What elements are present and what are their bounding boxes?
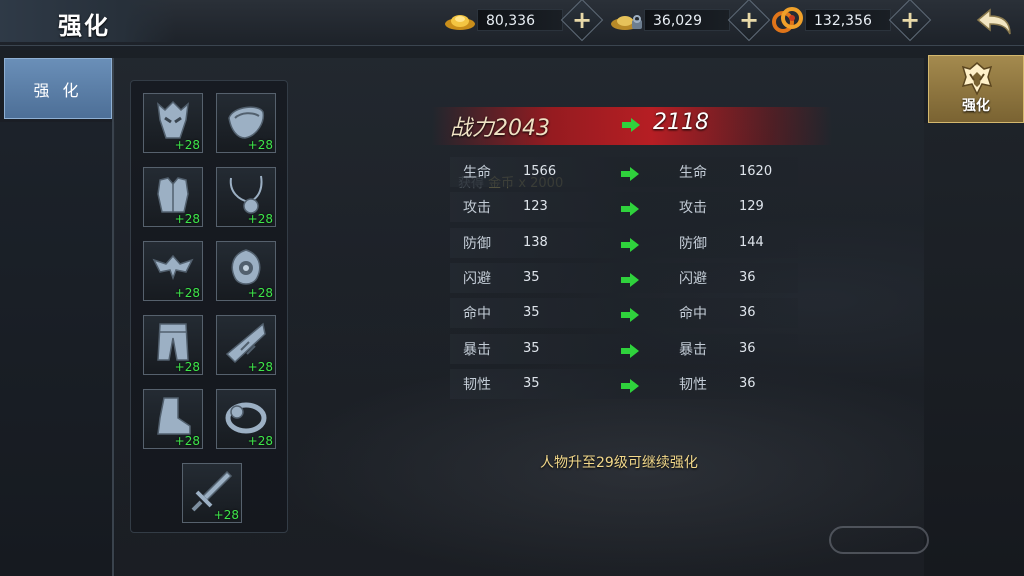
add-gold-ingot-button[interactable]: +: [560, 0, 604, 42]
equip-slot-amulet[interactable]: +28: [216, 241, 276, 301]
stat-name: 暴击: [463, 342, 491, 358]
stat-name: 命中: [463, 306, 491, 322]
stat-name: 攻击: [679, 200, 707, 216]
arrow-right-icon: [622, 117, 640, 136]
back-arrow-icon: [976, 8, 1011, 35]
stat-name: 攻击: [463, 200, 491, 216]
gold-ingot-icon: [443, 6, 477, 34]
equip-slot-armor[interactable]: +28: [143, 167, 203, 227]
stat-name: 韧性: [679, 377, 707, 393]
gold-ingot-value: 80,336: [477, 9, 563, 31]
level-requirement-notice: 人物升至29级可继续强化: [540, 455, 698, 471]
power-label: 战力: [450, 116, 495, 141]
stat-row: 韧性 35 韧性 36: [450, 369, 798, 399]
stat-old-value: 35: [523, 270, 540, 285]
top-bar: 强化 80,336 + 36,029 + 132,356 +: [0, 0, 1024, 46]
plus-icon: +: [899, 5, 921, 34]
stat-new-value: 144: [739, 235, 764, 250]
stat-row: 命中 35 命中 36: [450, 298, 798, 328]
stat-name: 韧性: [463, 377, 491, 393]
coins-value: 132,356: [805, 9, 891, 31]
currency-coins: 132,356 +: [771, 0, 932, 42]
arrow-right-icon: [621, 272, 639, 291]
right-sidebar: [924, 123, 1024, 576]
equip-level: +28: [213, 508, 239, 522]
add-coins-button[interactable]: +: [888, 0, 932, 42]
stat-new-value: 36: [739, 270, 756, 285]
stat-name: 生命: [679, 165, 707, 181]
currency-bound-ingot: 36,029 +: [610, 0, 771, 42]
equip-level: +28: [174, 360, 200, 374]
tab-enhance-feature[interactable]: 强化: [928, 55, 1024, 123]
equip-level: +28: [247, 360, 273, 374]
arrow-right-icon: [621, 307, 639, 326]
equip-level: +28: [174, 212, 200, 226]
coins-icon: [771, 6, 805, 34]
tab-enhance-feature-label: 强化: [962, 98, 990, 114]
left-sidebar: [0, 122, 115, 576]
arrow-right-icon: [621, 166, 639, 185]
stat-name: 防御: [679, 236, 707, 252]
stat-row: 暴击 35 暴击 36: [450, 334, 798, 364]
plus-icon: +: [738, 5, 760, 34]
arrow-right-icon: [621, 343, 639, 362]
stat-name: 命中: [679, 306, 707, 322]
stat-row: 生命 1566 生命 1620: [450, 157, 798, 187]
power-old: 战力2043: [450, 110, 550, 142]
plus-icon: +: [571, 5, 593, 34]
stat-old-value: 123: [523, 199, 548, 214]
bound-ingot-value: 36,029: [644, 9, 730, 31]
equip-slot-boots[interactable]: +28: [143, 389, 203, 449]
stat-row: 防御 138 防御 144: [450, 228, 798, 258]
stat-old-value: 1566: [523, 164, 557, 179]
stat-name: 闪避: [463, 271, 491, 287]
equip-slot-leggings[interactable]: +28: [143, 315, 203, 375]
stat-old-value: 35: [523, 376, 540, 391]
equip-level: +28: [247, 138, 273, 152]
stat-new-value: 129: [739, 199, 764, 214]
equip-level: +28: [174, 286, 200, 300]
equip-slot-necklace[interactable]: +28: [216, 167, 276, 227]
equip-slot-shoulder[interactable]: +28: [216, 93, 276, 153]
stat-new-value: 36: [739, 376, 756, 391]
equip-slot-ring[interactable]: +28: [216, 389, 276, 449]
stat-row: 闪避 35 闪避 36: [450, 263, 798, 293]
tab-enhance[interactable]: 强 化: [4, 58, 112, 119]
stat-old-value: 35: [523, 305, 540, 320]
stat-old-value: 35: [523, 341, 540, 356]
cloud-ornament: [829, 526, 929, 554]
back-button[interactable]: [964, 0, 1024, 44]
currency-gold-ingot: 80,336 +: [443, 0, 604, 42]
equip-slot-belt[interactable]: +28: [143, 241, 203, 301]
stat-name: 闪避: [679, 271, 707, 287]
page-title: 强化: [58, 12, 110, 40]
stat-new-value: 36: [739, 305, 756, 320]
bound-ingot-icon: [610, 6, 644, 34]
equip-slot-helmet[interactable]: +28: [143, 93, 203, 153]
equip-level: +28: [247, 212, 273, 226]
arrow-right-icon: [621, 378, 639, 397]
stat-name: 暴击: [679, 342, 707, 358]
stat-name: 防御: [463, 236, 491, 252]
stat-new-value: 36: [739, 341, 756, 356]
helmet-crest-icon: [961, 62, 993, 96]
arrow-right-icon: [621, 201, 639, 220]
stat-row: 攻击 123 攻击 129: [450, 192, 798, 222]
arrow-right-icon: [621, 237, 639, 256]
equip-level: +28: [174, 138, 200, 152]
power-new-value: 2118: [653, 110, 709, 135]
stat-name: 生命: [463, 165, 491, 181]
stat-old-value: 138: [523, 235, 548, 250]
equip-level: +28: [174, 434, 200, 448]
add-bound-ingot-button[interactable]: +: [727, 0, 771, 42]
equip-slot-weapon[interactable]: +28: [182, 463, 242, 523]
equip-slot-bracer[interactable]: +28: [216, 315, 276, 375]
stat-new-value: 1620: [739, 164, 773, 179]
equip-level: +28: [247, 286, 273, 300]
power-old-value: 2043: [494, 116, 551, 141]
equip-level: +28: [247, 434, 273, 448]
